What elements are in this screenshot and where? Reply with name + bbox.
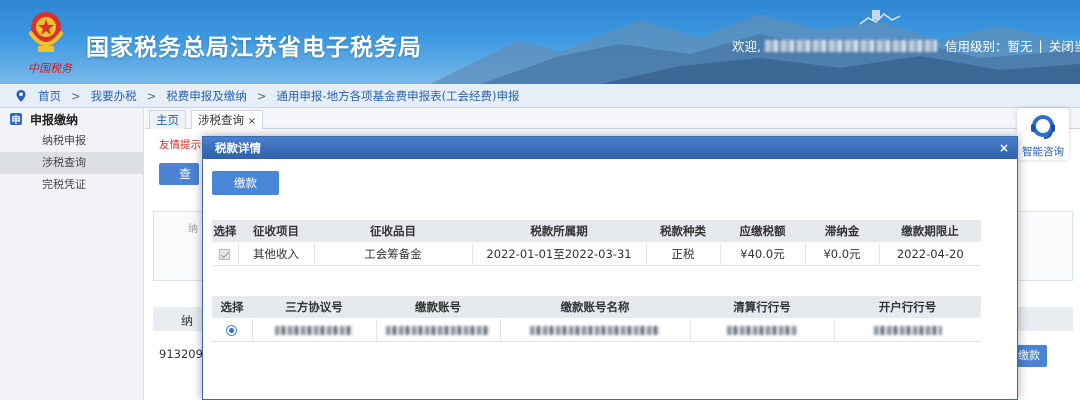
redacted-clearing-bank bbox=[727, 326, 797, 335]
cell-late-fee: ¥0.0元 bbox=[805, 242, 880, 266]
friendly-tip: 友情提示 bbox=[159, 139, 201, 151]
close-page-link[interactable]: 关闭当页 bbox=[1049, 36, 1080, 55]
header-user-bar: 欢迎, 信用级别：暂无 | 关闭当页 bbox=[732, 36, 1080, 55]
col-levy-sub-item: 征收品目 bbox=[314, 219, 472, 243]
col-clearing-bank: 清算行行号 bbox=[690, 295, 834, 319]
sidebar-item-certificate[interactable]: 完税凭证 bbox=[0, 174, 143, 196]
tax-detail-table: 选择 征收项目 征收品目 税款所属期 税款种类 应缴税额 滞纳金 缴款期限止 其… bbox=[212, 219, 981, 266]
col-late-fee: 滞纳金 bbox=[805, 219, 879, 243]
breadcrumb-separator: > bbox=[146, 88, 157, 103]
breadcrumb-separator: > bbox=[256, 88, 267, 103]
cell-deadline: 2022-04-20 bbox=[879, 242, 981, 266]
tax-emblem-icon bbox=[28, 12, 64, 52]
col-account-no: 缴款账号 bbox=[376, 295, 500, 319]
col-tax-due: 应缴税额 bbox=[720, 219, 805, 243]
logo-subtext: 中国税务 bbox=[28, 62, 72, 75]
smart-consult-widget[interactable]: 智能咨询 bbox=[1017, 108, 1069, 160]
redacted-account-no bbox=[386, 326, 490, 335]
smart-consult-label: 智能咨询 bbox=[1022, 146, 1064, 158]
breadcrumb-current: 通用申报-地方各项基金费申报表(工会经费)申报 bbox=[276, 88, 520, 103]
col-account-name: 缴款账号名称 bbox=[500, 295, 690, 319]
col-deadline: 缴款期限止 bbox=[879, 219, 981, 243]
breadcrumb-separator: > bbox=[71, 88, 81, 103]
redacted-opening-bank bbox=[873, 326, 942, 335]
col-tax-type: 税款种类 bbox=[646, 219, 720, 243]
welcome-label: 欢迎, bbox=[732, 39, 761, 54]
account-table: 选择 三方协议号 缴款账号 缴款账号名称 清算行行号 开户行行号 bbox=[212, 295, 981, 342]
cell-tax-type: 正税 bbox=[646, 242, 721, 266]
sidebar-section-header[interactable]: 申 申报缴纳 bbox=[0, 108, 143, 130]
site-title: 国家税务总局江苏省电子税务局 bbox=[86, 35, 422, 61]
credit-level: 信用级别：暂无 bbox=[944, 39, 1033, 54]
col-select: 选择 bbox=[212, 219, 238, 243]
table-row bbox=[212, 318, 981, 342]
location-pin-icon bbox=[16, 89, 26, 102]
result-header-label: 纳 bbox=[181, 314, 194, 328]
cell-levy-sub-item: 工会筹备金 bbox=[314, 242, 473, 266]
modal-close-icon[interactable]: × bbox=[999, 137, 1009, 159]
sidebar-item-declare[interactable]: 纳税申报 bbox=[0, 130, 143, 152]
col-tax-period: 税款所属期 bbox=[472, 219, 646, 243]
redacted-account-name bbox=[530, 326, 660, 335]
cell-account-no bbox=[376, 318, 501, 342]
cell-clearing-bank bbox=[690, 318, 835, 342]
cell-agreement-no bbox=[252, 318, 377, 342]
modal-title: 税款详情 bbox=[215, 141, 261, 155]
account-table-header: 选择 三方协议号 缴款账号 缴款账号名称 清算行行号 开户行行号 bbox=[212, 295, 981, 319]
taxpayer-id-prefix: 913209 bbox=[159, 347, 203, 361]
sidebar-item-query[interactable]: 涉税查询 bbox=[0, 152, 143, 174]
tab-close-icon[interactable]: × bbox=[248, 116, 256, 127]
modal-title-bar: 税款详情 × bbox=[203, 137, 1017, 159]
cell-levy-item: 其他收入 bbox=[238, 242, 315, 266]
row-select-cell bbox=[212, 242, 239, 266]
col-agreement-no: 三方协议号 bbox=[252, 295, 376, 319]
tax-detail-modal: 税款详情 × 缴款 选择 征收项目 征收品目 税款所属期 税款种类 应缴税额 滞… bbox=[202, 136, 1018, 400]
query-button[interactable]: 查询 bbox=[159, 163, 199, 185]
breadcrumb-declare[interactable]: 税费申报及缴纳 bbox=[166, 88, 247, 104]
redacted-username bbox=[764, 39, 937, 52]
breadcrumb: 首页 > 我要办税 > 税费申报及缴纳 > 通用申报-地方各项基金费申报表(工会… bbox=[0, 84, 1080, 108]
table-row: 其他收入 工会筹备金 2022-01-01至2022-03-31 正税 ¥40.… bbox=[212, 242, 981, 266]
breadcrumb-home[interactable]: 首页 bbox=[38, 88, 61, 104]
tab-tax-query[interactable]: 涉税查询 × bbox=[191, 110, 264, 129]
tax-table-header: 选择 征收项目 征收品目 税款所属期 税款种类 应缴税额 滞纳金 缴款期限止 bbox=[212, 219, 981, 243]
header-separator: | bbox=[1038, 38, 1043, 53]
sidebar-section-title: 申报缴纳 bbox=[30, 112, 79, 127]
cell-account-name bbox=[500, 318, 691, 342]
declare-icon: 申 bbox=[10, 113, 22, 126]
headset-icon bbox=[1031, 115, 1055, 139]
site-header: 中国税务 国家税务总局江苏省电子税务局 欢迎, 信用级别：暂无 | 关闭当页 bbox=[0, 0, 1080, 84]
tab-bar: 主页 涉税查询 × bbox=[145, 108, 1080, 129]
cell-opening-bank bbox=[834, 318, 981, 342]
query-form-label: 纳 bbox=[188, 224, 198, 235]
sidebar: 申 申报缴纳 纳税申报 涉税查询 完税凭证 bbox=[0, 108, 144, 400]
cell-tax-period: 2022-01-01至2022-03-31 bbox=[472, 242, 647, 266]
cell-tax-due: ¥40.0元 bbox=[720, 242, 806, 266]
col-opening-bank: 开户行行号 bbox=[834, 295, 981, 319]
col-levy-item: 征收项目 bbox=[238, 219, 314, 243]
breadcrumb-tax[interactable]: 我要办税 bbox=[91, 88, 137, 104]
tab-home-label: 主页 bbox=[156, 113, 179, 127]
pay-button[interactable]: 缴款 bbox=[212, 171, 279, 195]
row-select-cell bbox=[212, 318, 253, 342]
account-radio[interactable] bbox=[226, 325, 238, 336]
redacted-agreement-no bbox=[275, 326, 353, 335]
tab-tax-query-label: 涉税查询 bbox=[198, 113, 244, 127]
tab-home[interactable]: 主页 bbox=[149, 110, 186, 129]
row-checkbox[interactable] bbox=[219, 249, 231, 260]
col-select: 选择 bbox=[212, 295, 252, 319]
